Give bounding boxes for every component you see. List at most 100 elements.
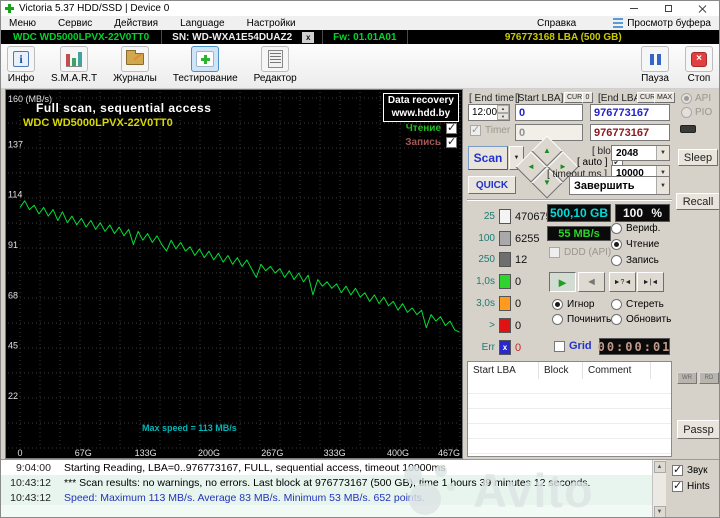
grid-checkbox[interactable] [554, 341, 565, 352]
restore-button[interactable] [651, 1, 685, 16]
menu-help[interactable]: Справка [535, 18, 587, 29]
speed-display: 55 MB/s [547, 226, 611, 241]
pio-radio-icon[interactable] [681, 107, 692, 118]
device-serial: SN: WD-WXA1E54DUAZ2 [172, 31, 293, 43]
verify-radio[interactable]: Вериф. [611, 223, 660, 234]
verify-label: Вериф. [626, 223, 661, 234]
erase-radio-icon[interactable] [611, 299, 622, 310]
spin-down-icon[interactable]: ▼ [497, 112, 509, 120]
read-radio-icon[interactable] [611, 239, 622, 250]
sleep-button[interactable]: Sleep [678, 149, 718, 166]
max-speed-note: Max speed = 113 MB/s [142, 423, 237, 433]
testing-button[interactable]: Тестирование [173, 46, 238, 84]
column-header-start-lba[interactable]: Start LBA [473, 365, 516, 376]
start-lba-input[interactable]: 0 [515, 104, 583, 121]
read-cache-button[interactable]: RD [699, 372, 719, 384]
stop-label: Стоп [687, 73, 711, 84]
legend-write-checkbox[interactable] [446, 135, 457, 148]
test-cross-icon [196, 51, 215, 67]
editor-button[interactable]: Редактор [254, 46, 297, 84]
block-size-combo[interactable]: 2048 ▼ [611, 145, 670, 161]
log-panel[interactable]: 9:04:00 Starting Reading, LBA=0..9767731… [1, 460, 652, 517]
log-bar: 9:04:00 Starting Reading, LBA=0..9767731… [1, 459, 719, 517]
write-radio[interactable]: Запись [611, 255, 659, 266]
dropdown-icon[interactable]: ▼ [656, 146, 669, 160]
percent-sign: % [651, 206, 662, 220]
erase-radio[interactable]: Стереть [611, 299, 664, 310]
menu-language[interactable]: Language [169, 18, 236, 29]
after-scan-action-combo[interactable]: Завершить ▼ [569, 176, 670, 195]
info-button[interactable]: i Инфо [7, 46, 35, 84]
scan-button[interactable]: Scan [468, 146, 508, 170]
block-size-value: 2048 [616, 147, 639, 159]
play-button[interactable]: ► [549, 272, 576, 292]
rewind-button[interactable]: ◄ [578, 272, 605, 292]
sound-toggle[interactable]: Звук [672, 463, 719, 476]
capacity-display: 500,10 GB [547, 204, 611, 222]
start-lba-zero-button[interactable]: 0 [582, 92, 593, 103]
column-header-comment[interactable]: Comment [588, 365, 631, 376]
repair-radio-icon[interactable] [552, 314, 563, 325]
minimize-button[interactable] [617, 1, 651, 16]
write-radio-icon[interactable] [611, 255, 622, 266]
pio-radio[interactable]: PIO [681, 107, 712, 118]
seek-defect-button[interactable]: ►?◄ [609, 272, 636, 292]
hints-label: Hints [687, 481, 710, 492]
ignore-radio[interactable]: Игнор [552, 299, 594, 310]
hints-toggle[interactable]: Hints [672, 479, 719, 492]
close-button[interactable] [685, 1, 719, 16]
spin-up-icon[interactable]: ▲ [497, 105, 509, 113]
pause-button[interactable]: Пауза [641, 46, 669, 84]
scroll-down-icon[interactable]: ▼ [653, 506, 666, 517]
refresh-label: Обновить [626, 314, 672, 325]
log-scrollbar[interactable]: ▲ ▼ [652, 460, 666, 517]
quick-button[interactable]: QUICK [468, 176, 516, 194]
ignore-radio-icon[interactable] [552, 299, 563, 310]
controls-panel: [ End time ] [Start LBA] CUR 0 [End LBA]… [465, 89, 676, 459]
end-lba-max-button[interactable]: MAX [654, 92, 676, 103]
smart-button[interactable]: S.M.A.R.T [51, 46, 97, 84]
svg-text:333G: 333G [324, 448, 346, 458]
scroll-up-icon[interactable]: ▲ [653, 461, 666, 473]
sound-checkbox[interactable] [672, 463, 683, 476]
timer-toggle[interactable]: Timer [470, 123, 510, 136]
dropdown-icon[interactable]: ▼ [656, 177, 669, 194]
timer-checkbox[interactable] [470, 123, 481, 136]
timer-end-input[interactable]: 976773167 [590, 124, 670, 141]
write-cache-button[interactable]: WR [677, 372, 697, 384]
stop-button[interactable]: × Стоп [685, 46, 713, 84]
api-radio[interactable]: API [681, 93, 711, 104]
end-lba-input[interactable]: 976773167 [590, 104, 670, 121]
api-radio-icon[interactable] [681, 93, 692, 104]
read-radio[interactable]: Чтение [611, 239, 659, 250]
journals-label: Журналы [113, 73, 157, 84]
column-header-block[interactable]: Block [544, 365, 568, 376]
menu-main[interactable]: Меню [7, 18, 47, 29]
jump-edge-button[interactable]: ►|◄ [637, 272, 664, 292]
hints-checkbox[interactable] [672, 479, 683, 492]
defect-table-body[interactable] [468, 379, 671, 456]
menu-service[interactable]: Сервис [47, 18, 103, 29]
grid-label: Grid [569, 340, 592, 352]
recall-button[interactable]: Recall [676, 193, 719, 210]
pause-label: Пауза [641, 73, 669, 84]
verify-radio-icon[interactable] [611, 223, 622, 234]
app-icon [5, 4, 14, 13]
latency-block-icon [499, 231, 511, 246]
end-time-spinner[interactable]: 12:00 ▲ ▼ [468, 104, 510, 121]
journals-button[interactable]: Журналы [113, 46, 157, 84]
passport-button[interactable]: Passp [677, 420, 719, 439]
log-time: 9:04:00 [15, 461, 51, 474]
svg-text:91: 91 [8, 240, 18, 250]
refresh-radio-icon[interactable] [611, 314, 622, 325]
device-close-button[interactable]: x [302, 31, 315, 43]
legend-read-checkbox[interactable] [446, 121, 457, 134]
repair-radio[interactable]: Починить [552, 314, 611, 325]
ddd-toggle[interactable]: DDD (API) [549, 247, 611, 258]
buffer-view-button[interactable]: Просмотр буфера [613, 18, 711, 29]
menu-settings[interactable]: Настройки [236, 18, 307, 29]
menu-actions[interactable]: Действия [103, 18, 169, 29]
refresh-radio[interactable]: Обновить [611, 314, 671, 325]
ddd-checkbox[interactable] [549, 247, 560, 258]
log-time: 10:43:12 [10, 491, 51, 504]
